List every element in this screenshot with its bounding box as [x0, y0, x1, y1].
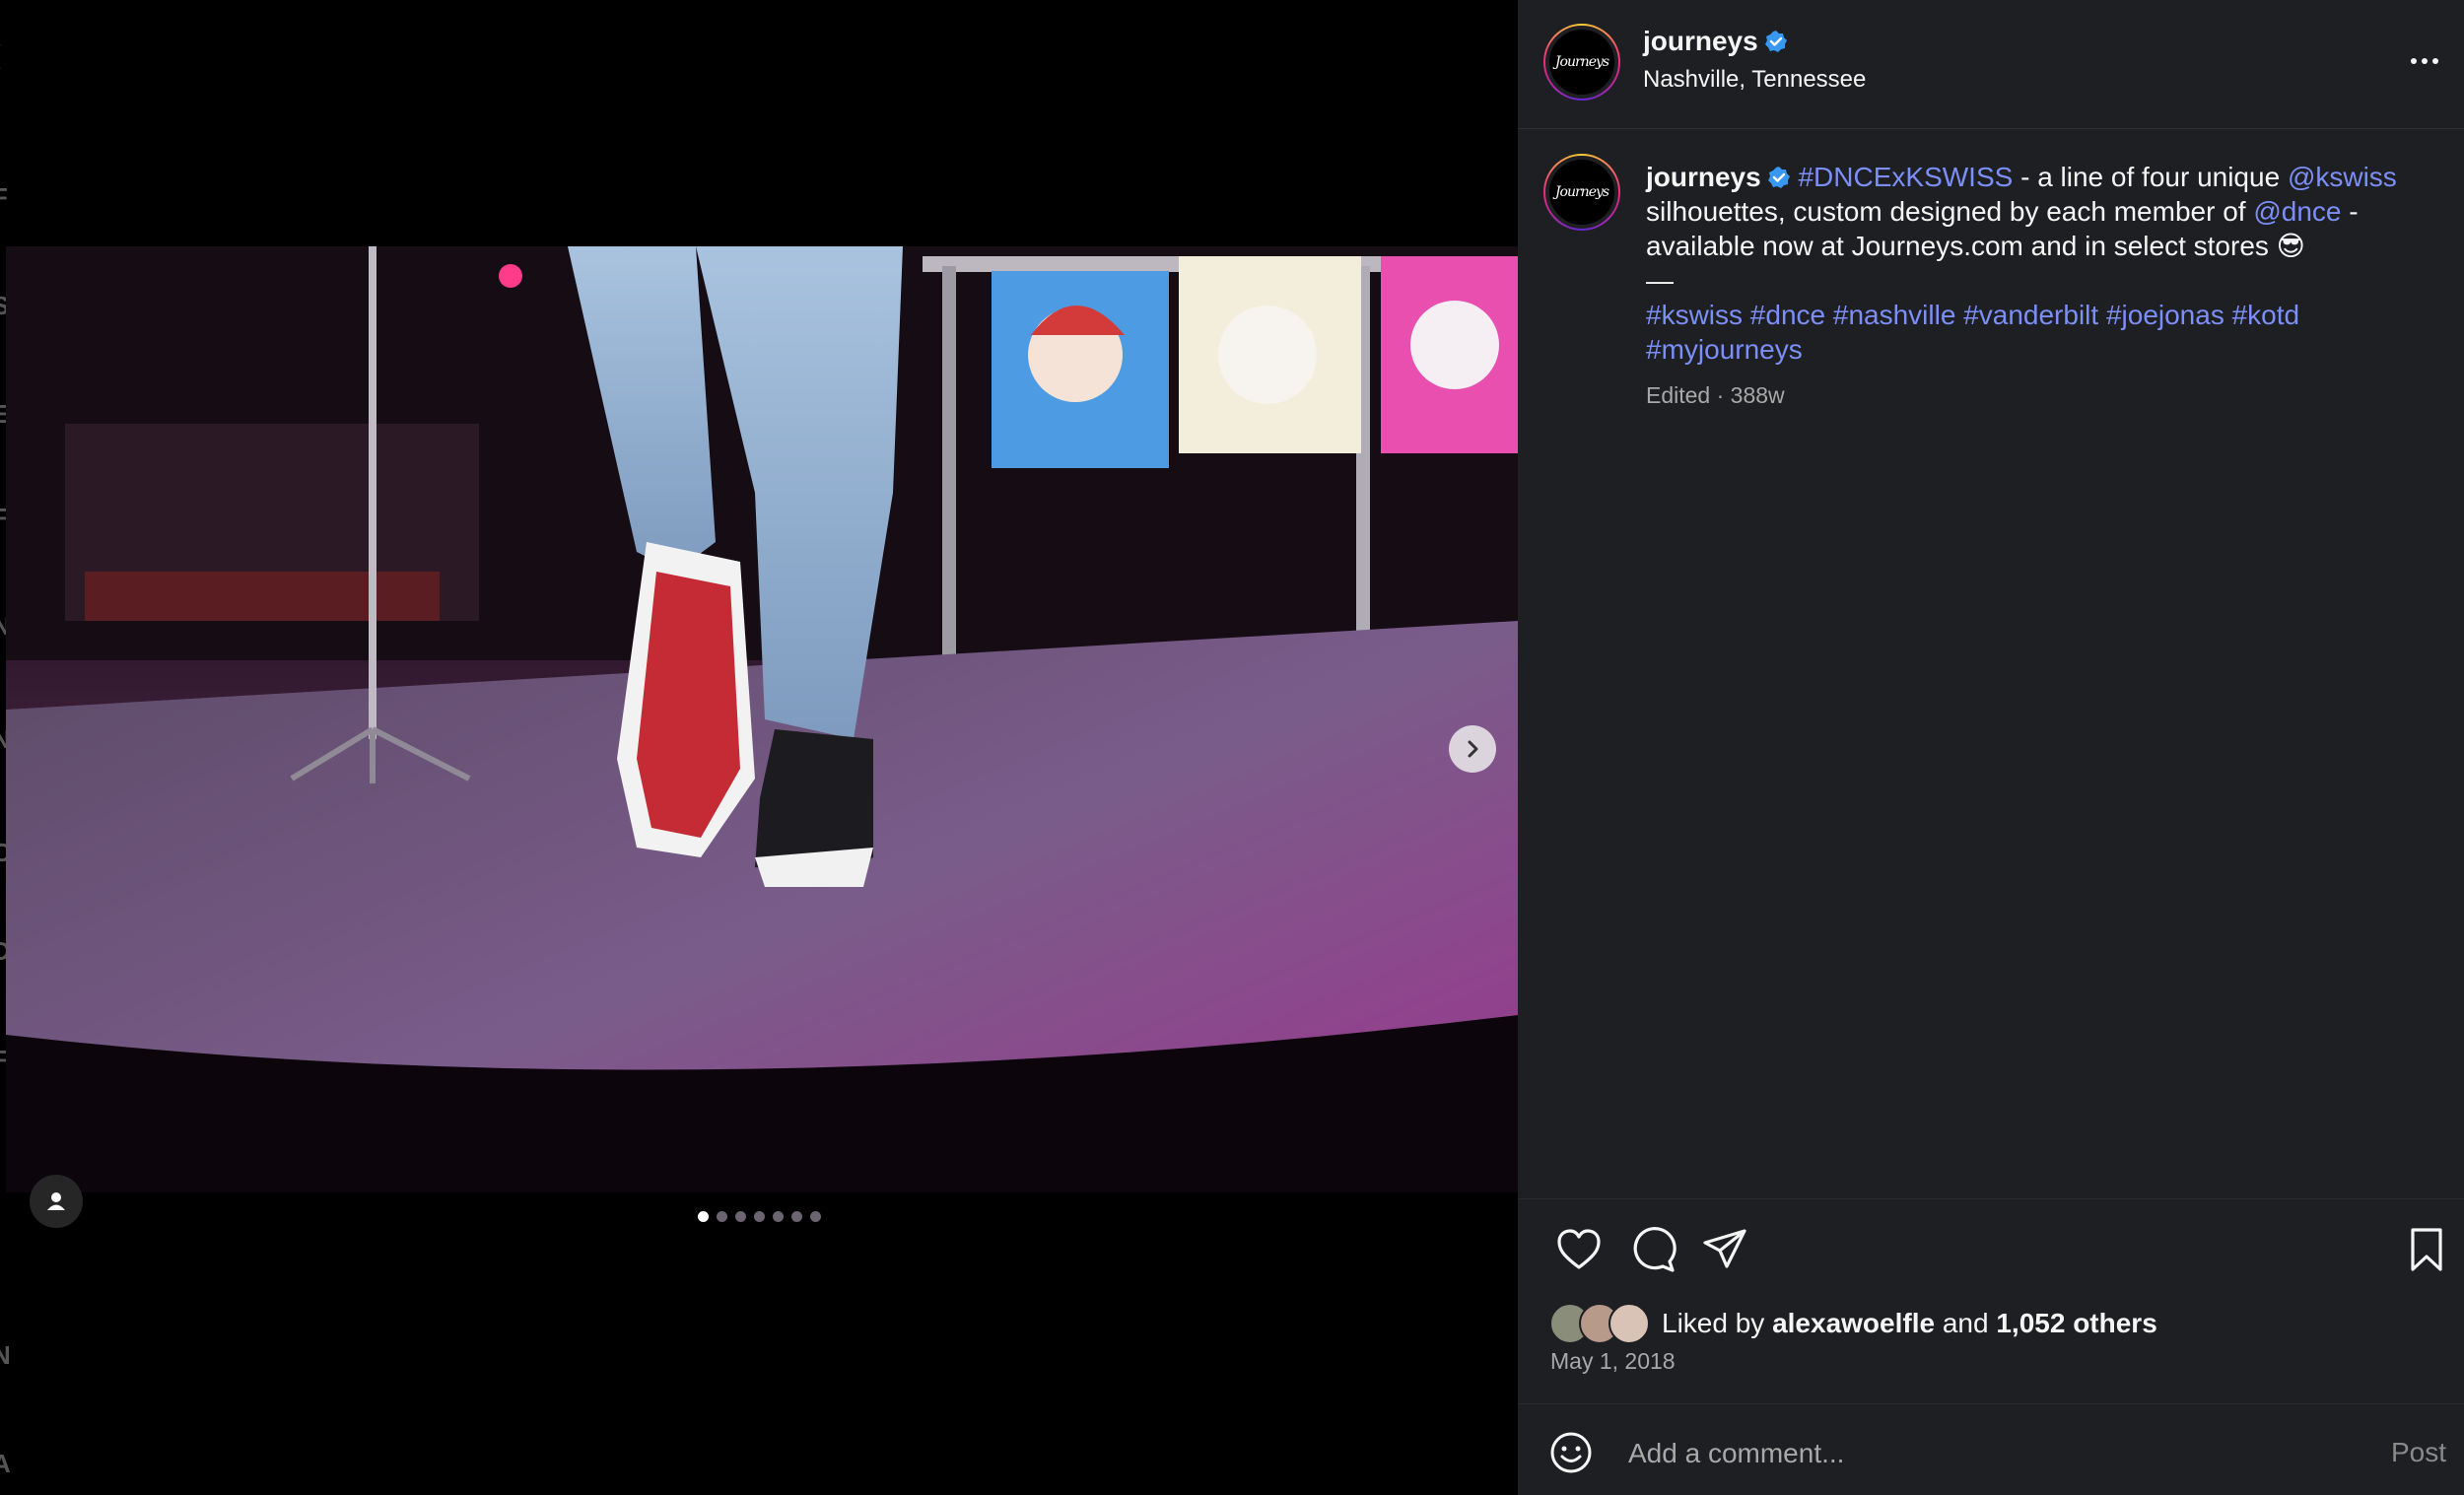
likes-text[interactable]: Liked by alexawoelfle and 1,052 others: [1662, 1308, 2157, 1339]
background-text-fragment: (: [0, 39, 1, 70]
more-icon-dot: [2422, 58, 2428, 64]
author-username[interactable]: journeys: [1643, 26, 1788, 57]
hashtag-link[interactable]: #kotd: [2232, 300, 2300, 330]
carousel-dot: [698, 1211, 709, 1222]
carousel-indicator: [698, 1211, 821, 1222]
caption-avatar[interactable]: Journeys: [1543, 154, 1620, 231]
post-caption: journeys #DNCExKSWISS - a line of four u…: [1646, 160, 2425, 367]
author-avatar[interactable]: Journeys: [1543, 24, 1620, 101]
post-detail-panel: Journeys journeys Nashville, Tennessee J…: [1518, 0, 2464, 1495]
more-options-button[interactable]: [2405, 41, 2444, 81]
tagged-users-button[interactable]: [30, 1175, 83, 1228]
avatar-logo: Journeys: [1545, 26, 1618, 99]
likes-and: and: [1942, 1308, 1989, 1338]
hashtag-link[interactable]: #kswiss: [1646, 300, 1743, 330]
background-text-fragment: N: [0, 1340, 11, 1370]
caption-username[interactable]: journeys: [1646, 162, 1761, 192]
share-icon[interactable]: [1699, 1224, 1750, 1275]
hashtag-link[interactable]: #joejonas: [2106, 300, 2224, 330]
liker-avatar: [1608, 1303, 1650, 1344]
caption-text: silhouettes, custom designed by each mem…: [1646, 196, 2254, 227]
header-divider: [1518, 128, 2464, 129]
post-photo: [6, 246, 1518, 1252]
caption-hashtags: #kswiss #dnce #nashville #vanderbilt #jo…: [1646, 300, 2299, 365]
caption-link[interactable]: @kswiss: [2288, 162, 2397, 192]
caption-meta: Edited · 388w: [1646, 382, 1785, 408]
caption-link[interactable]: @dnce: [2253, 196, 2341, 227]
author-username-text[interactable]: journeys: [1643, 26, 1758, 56]
verified-badge-icon: [1764, 31, 1787, 52]
comment-input[interactable]: [1626, 1433, 2320, 1474]
caption-link[interactable]: #DNCExKSWISS: [1798, 162, 2013, 192]
actions-divider: [1518, 1198, 2464, 1199]
background-text-fragment: A: [0, 1449, 11, 1478]
background-text-fragment: F: [0, 182, 8, 213]
likes-prefix: Liked by: [1662, 1308, 1765, 1338]
liker-username[interactable]: alexawoelfle: [1772, 1308, 1935, 1338]
next-slide-button[interactable]: [1449, 725, 1496, 773]
user-icon: [47, 1192, 65, 1210]
carousel-dot: [735, 1211, 746, 1222]
carousel-dot: [810, 1211, 821, 1222]
heart-icon[interactable]: [1553, 1224, 1605, 1275]
avatar-logo: Journeys: [1545, 156, 1618, 229]
caption-text: - a line of four unique: [2013, 162, 2288, 192]
hashtag-link[interactable]: #vanderbilt: [1963, 300, 2098, 330]
likes-summary: Liked by alexawoelfle and 1,052 others: [1549, 1303, 2157, 1344]
post-location[interactable]: Nashville, Tennessee: [1643, 66, 1866, 94]
photo-illustration: [6, 246, 1518, 1252]
post-comment-button[interactable]: Post: [2391, 1437, 2446, 1468]
hashtag-link[interactable]: #nashville: [1833, 300, 1956, 330]
hashtag-link[interactable]: #myjourneys: [1646, 334, 1803, 365]
emoji-icon[interactable]: [1547, 1429, 1595, 1476]
post-date[interactable]: May 1, 2018: [1550, 1348, 1676, 1375]
hashtag-link[interactable]: #dnce: [1750, 300, 1825, 330]
media-viewer: (FSEFNNCDFNA: [0, 0, 1518, 1495]
more-icon: [2411, 58, 2417, 64]
comment-icon[interactable]: [1626, 1224, 1677, 1275]
comment-divider: [1518, 1403, 2464, 1404]
chevron-right-icon: [1468, 740, 1478, 758]
caption-dash: —: [1646, 265, 1674, 296]
verified-badge-icon: [1767, 167, 1790, 188]
carousel-dot: [754, 1211, 765, 1222]
bookmark-icon[interactable]: [2401, 1224, 2452, 1275]
carousel-dot: [773, 1211, 784, 1222]
more-icon-dot: [2432, 58, 2438, 64]
carousel-dot: [717, 1211, 727, 1222]
carousel-dot: [791, 1211, 802, 1222]
likes-others[interactable]: 1,052 others: [1996, 1308, 2156, 1338]
